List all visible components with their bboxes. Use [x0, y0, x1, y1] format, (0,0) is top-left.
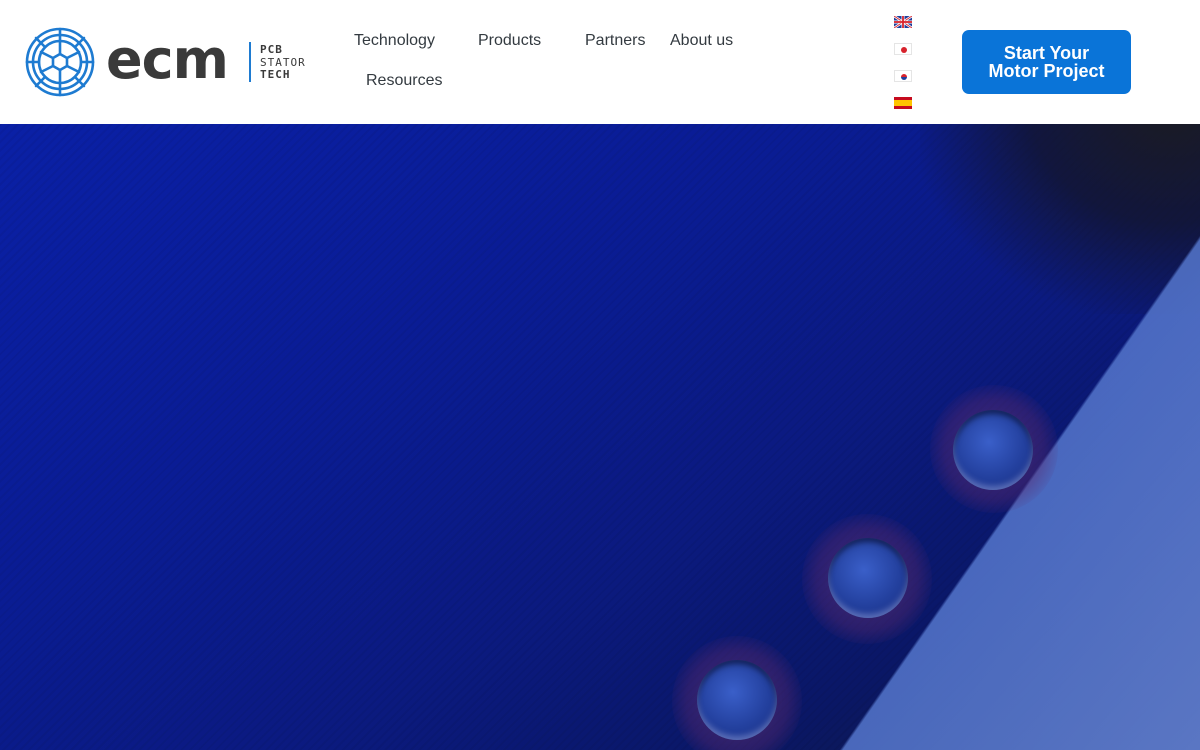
logo-tagline-line: PCB: [260, 43, 283, 56]
site-header: ecm PCB STATOR TECH Technology Products …: [0, 0, 1200, 124]
start-motor-project-button[interactable]: Start Your Motor Project: [962, 30, 1131, 94]
nav-partners[interactable]: Partners: [585, 32, 645, 50]
japan-flag-icon[interactable]: [894, 43, 912, 55]
japan-flag-dot: [901, 47, 907, 53]
pcb-via: [828, 538, 908, 618]
uk-flag-icon[interactable]: [894, 16, 912, 28]
pcb-via: [697, 660, 777, 740]
nav-resources[interactable]: Resources: [366, 72, 442, 90]
nav-products[interactable]: Products: [478, 32, 541, 50]
logo[interactable]: ecm PCB STATOR TECH: [24, 26, 314, 98]
nav-technology[interactable]: Technology: [354, 32, 435, 50]
ecm-logo-icon: [25, 27, 95, 97]
logo-tagline: PCB STATOR TECH: [260, 43, 306, 82]
cta-label-line1: Start Your: [1003, 43, 1090, 63]
pcb-via: [953, 410, 1033, 490]
logo-divider: [249, 42, 251, 82]
spain-flag-icon[interactable]: [894, 97, 912, 109]
hero-banner: [0, 124, 1200, 750]
nav-about-us[interactable]: About us: [670, 32, 733, 50]
logo-wordmark: ecm: [106, 28, 229, 91]
logo-tagline-line: TECH: [260, 68, 291, 81]
korea-flag-taeguk-blue: [901, 77, 907, 80]
cta-label-line2: Motor Project: [988, 61, 1105, 81]
korea-flag-icon[interactable]: [894, 70, 912, 82]
